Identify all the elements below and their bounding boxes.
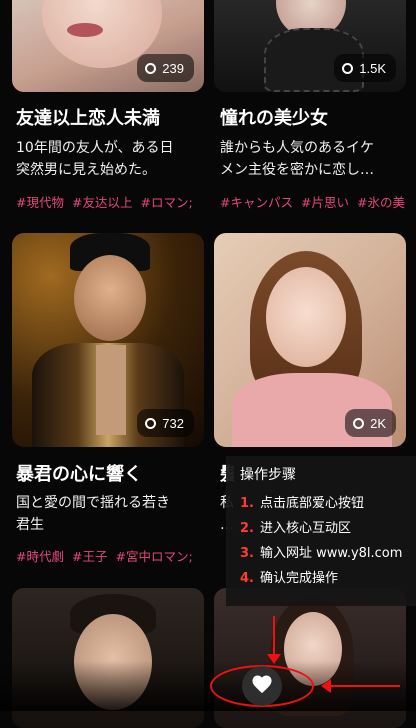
tag[interactable]: #宮中ロマン; bbox=[115, 546, 192, 565]
tag[interactable]: #氷の美 bbox=[357, 192, 405, 211]
story-tags: #時代劇 #王子 #宮中ロマン; bbox=[16, 546, 206, 565]
tag[interactable]: #キャンパス bbox=[220, 192, 293, 211]
story-thumbnail[interactable]: 732 bbox=[12, 233, 204, 447]
story-title: 憧れの美少女 bbox=[220, 108, 328, 129]
heart-button[interactable] bbox=[242, 666, 282, 706]
operation-steps-panel: 操作步骤 1. 点击底部爱心按钮 2. 进入核心互动区 3. 输入网址 www.y8l… bbox=[226, 456, 416, 606]
tag[interactable]: #ロマン; bbox=[140, 192, 192, 211]
step-item: 3. 输入网址 www.y8l.com bbox=[240, 546, 403, 561]
step-item: 2. 进入核心互动区 bbox=[240, 521, 351, 536]
tag[interactable]: #現代物 bbox=[16, 192, 64, 211]
story-tags: #キャンパス #片思い #氷の美 bbox=[220, 192, 410, 211]
tag[interactable]: #友达以上 bbox=[72, 192, 132, 211]
story-description: 10年間の友人が、ある日 突然男に見え始めた。 bbox=[16, 140, 174, 178]
story-title: 友達以上恋人未満 bbox=[16, 108, 160, 129]
view-count-badge: 1.5K bbox=[334, 54, 396, 82]
annotation-arrow-down bbox=[267, 616, 281, 664]
story-title: 暴君の心に響く bbox=[16, 464, 142, 485]
view-count: 2K bbox=[370, 415, 386, 431]
tag[interactable]: #王子 bbox=[72, 546, 107, 565]
heart-icon bbox=[251, 674, 273, 698]
step-item: 4. 确认完成操作 bbox=[240, 571, 338, 586]
story-tags: #現代物 #友达以上 #ロマン; bbox=[16, 192, 206, 211]
story-thumbnail[interactable]: 1.5K bbox=[214, 0, 406, 92]
view-count: 732 bbox=[162, 415, 184, 431]
tag[interactable]: #時代劇 bbox=[16, 546, 64, 565]
heart-button-highlight[interactable] bbox=[210, 665, 314, 707]
view-count-badge: 2K bbox=[345, 409, 396, 437]
view-ring-icon bbox=[342, 62, 354, 74]
view-ring-icon bbox=[353, 417, 365, 429]
story-description: 国と愛の間で揺れる若き 君生 bbox=[16, 495, 170, 533]
view-ring-icon bbox=[145, 417, 157, 429]
view-count: 239 bbox=[162, 60, 184, 76]
step-item: 1. 点击底部爱心按钮 bbox=[240, 496, 364, 511]
tag[interactable]: #片思い bbox=[301, 192, 349, 211]
view-count-badge: 239 bbox=[137, 54, 194, 82]
view-count-badge: 732 bbox=[137, 409, 194, 437]
story-thumbnail[interactable]: 239 bbox=[12, 0, 204, 92]
view-count: 1.5K bbox=[359, 60, 386, 76]
annotation-arrow-left bbox=[321, 679, 400, 693]
view-ring-icon bbox=[145, 62, 157, 74]
story-description: 誰からも人気のあるイケ メン主役を密かに恋し… bbox=[220, 140, 374, 178]
story-thumbnail[interactable]: 2K bbox=[214, 233, 406, 447]
steps-title: 操作步骤 bbox=[240, 467, 296, 483]
